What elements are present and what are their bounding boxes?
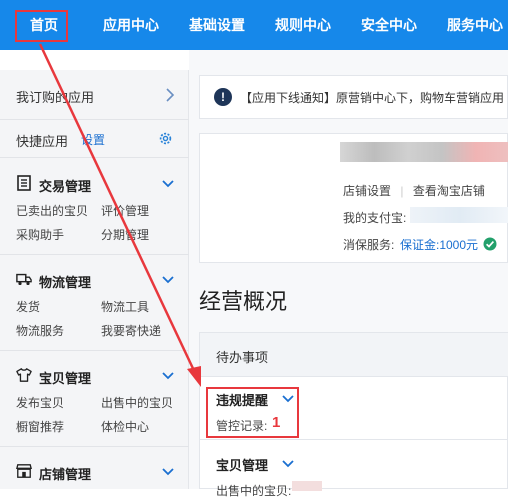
link-window-recommend[interactable]: 橱窗推荐	[16, 418, 64, 435]
blurred-shop-name	[340, 142, 508, 162]
blurred-count	[292, 481, 322, 491]
truck-icon	[16, 273, 32, 286]
todo-divider	[200, 439, 508, 440]
link-logistics-service[interactable]: 物流服务	[16, 322, 64, 339]
blurred-alipay-account	[410, 207, 508, 223]
group-title-trade[interactable]: 交易管理	[39, 176, 91, 195]
todo-header-title: 待办事项	[216, 350, 269, 365]
violation-highlight-box	[206, 387, 299, 438]
link-send-express[interactable]: 我要寄快递	[101, 322, 161, 339]
home-highlight-box	[15, 10, 68, 42]
shop-links: 店铺设置 | 查看淘宝店铺	[343, 184, 485, 198]
group-title-items[interactable]: 宝贝管理	[39, 368, 91, 387]
sidebar-divider	[0, 446, 189, 447]
link-review-management[interactable]: 评价管理	[101, 202, 149, 219]
chevron-down-icon[interactable]	[162, 372, 174, 380]
quick-apps-label: 快捷应用	[16, 134, 69, 149]
chevron-down-icon[interactable]	[162, 180, 174, 188]
item-management-title[interactable]: 宝贝管理	[216, 455, 268, 474]
link-health-check[interactable]: 体检中心	[101, 418, 149, 435]
quick-apps-setting-link[interactable]: 设置	[81, 131, 105, 148]
nav-rule-center[interactable]: 规则中心	[275, 0, 331, 50]
notice-text: 【应用下线通知】原营销中心下，购物车营销应用	[240, 91, 505, 105]
overview-title: 经营概况	[199, 289, 288, 314]
sidebar-quick-apps: 快捷应用 设置	[0, 120, 189, 158]
nav-app-center[interactable]: 应用中心	[103, 0, 159, 50]
gear-icon[interactable]	[158, 131, 173, 146]
document-list-icon	[17, 175, 31, 191]
view-shop-link[interactable]: 查看淘宝店铺	[413, 184, 485, 198]
guarantee-label: 消保服务:	[343, 238, 395, 252]
exclamation-icon: !	[214, 88, 232, 106]
nav-service-center[interactable]: 服务中心	[447, 0, 503, 50]
chevron-right-icon	[166, 88, 175, 102]
items-on-sale-label: 出售中的宝贝:	[216, 484, 292, 498]
shop-info-card: 店铺设置 | 查看淘宝店铺 我的支付宝: 消保服务: 保证金:1000元	[199, 133, 508, 263]
top-navigation-bar: 首页 应用中心 基础设置 规则中心 安全中心 服务中心	[0, 0, 508, 50]
sidebar-divider	[0, 350, 189, 351]
link-items-on-sale[interactable]: 出售中的宝贝	[101, 394, 173, 411]
deposit-link[interactable]: 保证金:1000元	[400, 236, 478, 253]
chevron-down-icon[interactable]	[162, 276, 174, 284]
todo-header: 待办事项	[200, 333, 508, 377]
nav-basic-settings[interactable]: 基础设置	[189, 0, 245, 50]
shirt-icon	[16, 368, 32, 382]
link-sold-items[interactable]: 已卖出的宝贝	[16, 202, 88, 219]
check-circle-icon	[483, 237, 497, 251]
link-purchase-assistant[interactable]: 采购助手	[16, 226, 64, 243]
group-title-logistics[interactable]: 物流管理	[39, 272, 91, 291]
chevron-down-icon[interactable]	[282, 460, 294, 468]
notice-banner[interactable]: ! 【应用下线通知】原营销中心下，购物车营销应用	[199, 75, 508, 119]
nav-security-center[interactable]: 安全中心	[361, 0, 417, 50]
subscribed-apps-label: 我订购的应用	[16, 90, 95, 105]
sidebar-divider	[0, 254, 189, 255]
link-logistics-tools[interactable]: 物流工具	[101, 298, 149, 315]
group-title-store[interactable]: 店铺管理	[39, 464, 91, 483]
store-icon	[16, 464, 32, 478]
link-installment-management[interactable]: 分期管理	[101, 226, 149, 243]
link-publish-item[interactable]: 发布宝贝	[16, 394, 64, 411]
alipay-label: 我的支付宝:	[343, 211, 407, 225]
sidebar-item-subscribed-apps[interactable]: 我订购的应用	[0, 70, 189, 120]
link-ship[interactable]: 发货	[16, 298, 40, 315]
shop-settings-link[interactable]: 店铺设置	[343, 184, 391, 198]
chevron-down-icon[interactable]	[162, 468, 174, 476]
